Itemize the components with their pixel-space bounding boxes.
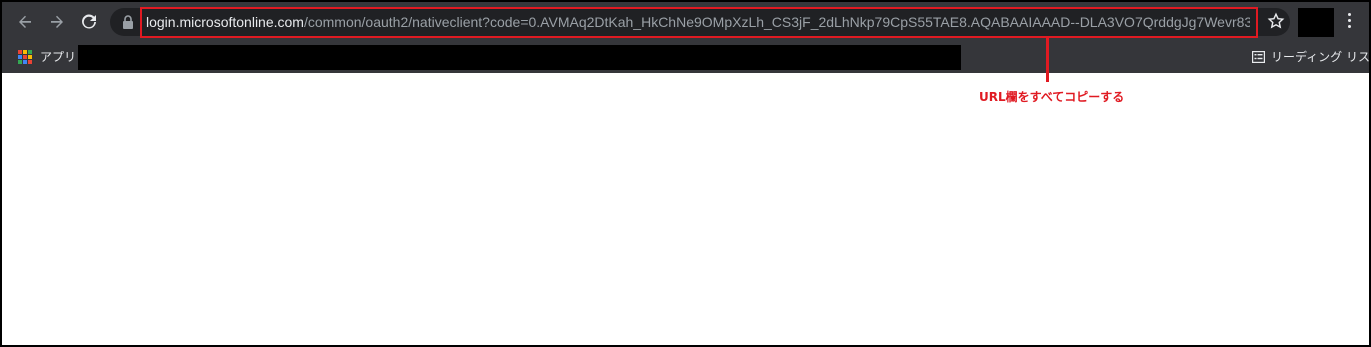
apps-dot <box>28 50 32 54</box>
reading-list-icon <box>1252 51 1265 63</box>
forward-arrow-icon <box>51 15 63 28</box>
more-vert-dot <box>1347 25 1351 28</box>
bookmarks-redacted <box>78 45 961 70</box>
back-button[interactable] <box>11 8 39 36</box>
reading-list-button[interactable]: リーディング リスト <box>1252 42 1371 73</box>
lock-icon <box>123 15 133 29</box>
apps-dot <box>28 55 32 59</box>
annotation-pointer-line <box>1046 38 1049 82</box>
profile-avatar-redacted[interactable] <box>1298 8 1334 37</box>
apps-dot <box>23 50 27 54</box>
forward-button[interactable] <box>43 8 71 36</box>
reload-icon <box>82 14 96 29</box>
apps-dot <box>18 55 22 59</box>
apps-dot <box>18 60 22 64</box>
apps-grid-icon[interactable] <box>18 50 32 64</box>
more-vert-icon <box>1347 13 1351 16</box>
annotation-callout: URL欄をすべてコピーする <box>979 90 1125 104</box>
apps-bookmark[interactable]: アプリ <box>40 42 76 73</box>
star-icon <box>1267 12 1285 29</box>
browser-menu-button[interactable] <box>1340 10 1358 34</box>
url-highlight-box <box>140 7 1258 38</box>
apps-dot <box>18 50 22 54</box>
more-vert-dot <box>1347 19 1351 22</box>
bookmark-star-button[interactable] <box>1266 12 1286 32</box>
apps-dot <box>23 55 27 59</box>
apps-dot <box>28 60 32 64</box>
browser-window: login.microsoftonline.com/common/oauth2/… <box>0 0 1371 347</box>
back-arrow-icon <box>19 15 31 28</box>
reload-button[interactable] <box>75 8 103 36</box>
apps-dot <box>23 60 27 64</box>
bookmarks-bar: アプリ リーディング リスト <box>2 42 1371 73</box>
reading-list-label: リーディング リスト <box>1271 50 1371 64</box>
